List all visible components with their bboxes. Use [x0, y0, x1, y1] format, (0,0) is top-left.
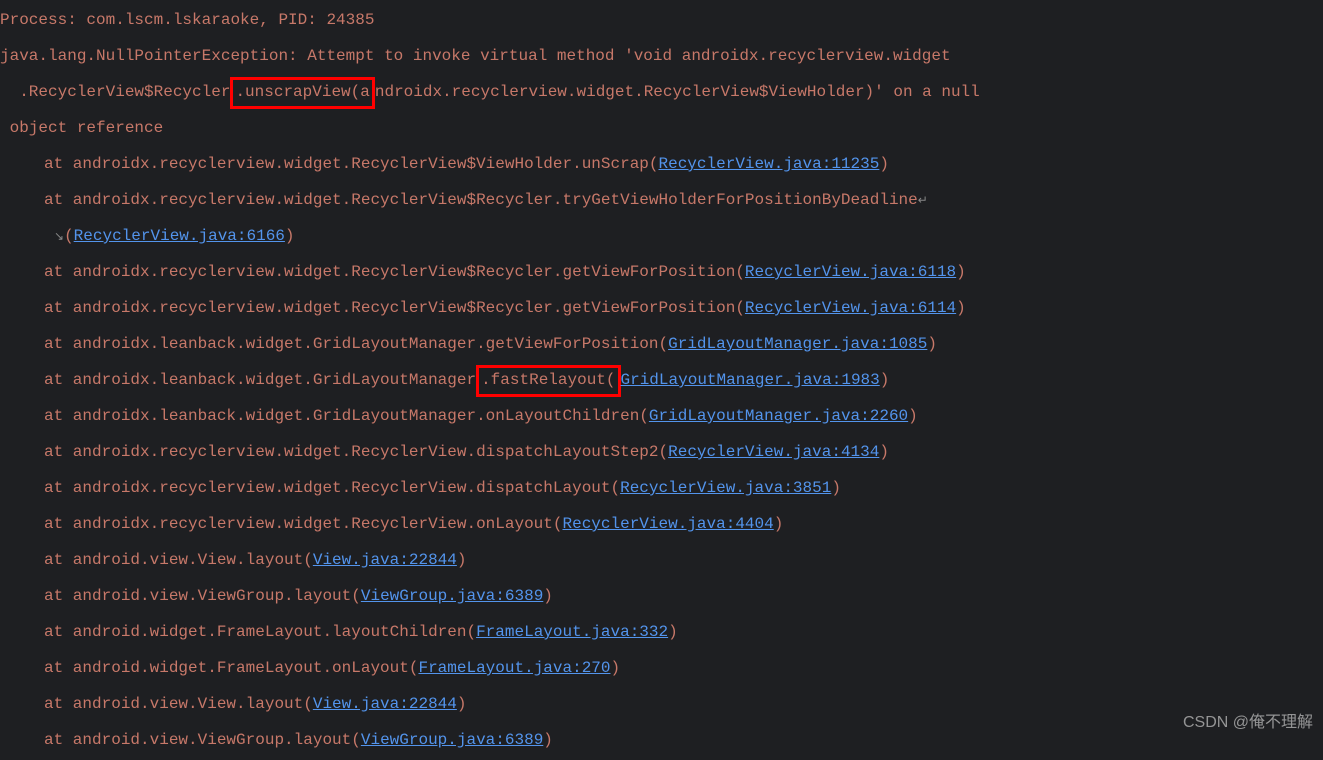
stack-line: at androidx.recyclerview.widget.Recycler…	[0, 470, 1323, 506]
source-link[interactable]: RecyclerView.java:4404	[562, 515, 773, 533]
stack-prefix: at androidx.recyclerview.widget.Recycler…	[44, 191, 918, 209]
stack-line: at android.widget.FrameLayout.layoutChil…	[0, 614, 1323, 650]
stack-line: at androidx.leanback.widget.GridLayoutMa…	[0, 326, 1323, 362]
exception-line-2: .RecyclerView$Recycler.unscrapView(andro…	[0, 74, 1323, 110]
exception-line-1: java.lang.NullPointerException: Attempt …	[0, 38, 1323, 74]
stack-prefix: at android.view.View.layout(	[44, 551, 313, 569]
stack-prefix: at androidx.recyclerview.widget.Recycler…	[44, 155, 659, 173]
stack-suffix: )	[879, 443, 889, 461]
stack-suffix: )	[956, 263, 966, 281]
stack-line: at androidx.recyclerview.widget.Recycler…	[0, 254, 1323, 290]
source-link[interactable]: FrameLayout.java:270	[418, 659, 610, 677]
stack-prefix: (	[64, 227, 74, 245]
stack-prefix: at androidx.recyclerview.widget.Recycler…	[44, 443, 668, 461]
exception-text-a: .RecyclerView$Recycler	[0, 83, 230, 101]
stack-line: at androidx.recyclerview.widget.Recycler…	[0, 506, 1323, 542]
source-link[interactable]: RecyclerView.java:6118	[745, 263, 956, 281]
source-link[interactable]: View.java:22844	[313, 551, 457, 569]
stack-prefix: at androidx.recyclerview.widget.Recycler…	[44, 479, 620, 497]
stack-prefix: at androidx.leanback.widget.GridLayoutMa…	[44, 371, 476, 389]
highlight-unscrapview: .unscrapView(a	[230, 77, 374, 109]
stack-suffix: )	[908, 407, 918, 425]
stack-prefix: at androidx.recyclerview.widget.Recycler…	[44, 299, 745, 317]
stack-suffix: )	[285, 227, 295, 245]
stack-line: at androidx.recyclerview.widget.Recycler…	[0, 434, 1323, 470]
stack-prefix: at androidx.leanback.widget.GridLayoutMa…	[44, 407, 649, 425]
source-link[interactable]: RecyclerView.java:3851	[620, 479, 831, 497]
stack-suffix: )	[668, 623, 678, 641]
stack-suffix: )	[927, 335, 937, 353]
highlight-fastrelayout: .fastRelayout(	[476, 365, 620, 397]
stack-suffix: )	[956, 299, 966, 317]
source-link[interactable]: GridLayoutManager.java:1085	[668, 335, 927, 353]
source-link[interactable]: RecyclerView.java:4134	[668, 443, 879, 461]
source-link[interactable]: RecyclerView.java:11235	[659, 155, 880, 173]
stack-prefix: at androidx.leanback.widget.GridLayoutMa…	[44, 335, 668, 353]
stack-suffix: )	[457, 695, 467, 713]
source-link[interactable]: RecyclerView.java:6114	[745, 299, 956, 317]
stack-suffix: )	[457, 551, 467, 569]
stack-line: ↘(RecyclerView.java:6166)	[0, 218, 1323, 254]
stack-line: at android.view.View.layout(View.java:22…	[0, 686, 1323, 722]
stack-line: at androidx.recyclerview.widget.Recycler…	[0, 146, 1323, 182]
stack-line: at android.view.View.layout(View.java:22…	[0, 542, 1323, 578]
stack-line: at android.widget.FrameLayout.onLayout(F…	[0, 650, 1323, 686]
watermark: CSDN @俺不理解	[1183, 705, 1313, 741]
exception-text-b: ndroidx.recyclerview.widget.RecyclerView…	[375, 83, 980, 101]
source-link[interactable]: ViewGroup.java:6389	[361, 587, 543, 605]
stack-trace: at androidx.recyclerview.widget.Recycler…	[0, 146, 1323, 758]
stack-line: at androidx.recyclerview.widget.Recycler…	[0, 290, 1323, 326]
stack-suffix: )	[611, 659, 621, 677]
stack-suffix: )	[880, 371, 890, 389]
stack-prefix: at android.view.ViewGroup.layout(	[44, 731, 361, 749]
source-link[interactable]: RecyclerView.java:6166	[74, 227, 285, 245]
source-link[interactable]: View.java:22844	[313, 695, 457, 713]
source-link[interactable]: GridLayoutManager.java:2260	[649, 407, 908, 425]
stack-suffix: )	[831, 479, 841, 497]
wrap-glyph-icon: ↘	[54, 230, 64, 244]
source-link[interactable]: ViewGroup.java:6389	[361, 731, 543, 749]
source-link[interactable]: GridLayoutManager.java:1983	[621, 371, 880, 389]
stack-prefix: at androidx.recyclerview.widget.Recycler…	[44, 515, 562, 533]
stack-line: at android.view.ViewGroup.layout(ViewGro…	[0, 578, 1323, 614]
stack-line: at androidx.recyclerview.widget.Recycler…	[0, 182, 1323, 218]
stack-prefix: at android.view.View.layout(	[44, 695, 313, 713]
stack-prefix: at androidx.recyclerview.widget.Recycler…	[44, 263, 745, 281]
stack-line: at androidx.leanback.widget.GridLayoutMa…	[0, 398, 1323, 434]
stack-suffix: )	[543, 731, 553, 749]
stack-prefix: at android.widget.FrameLayout.onLayout(	[44, 659, 418, 677]
stack-suffix: )	[543, 587, 553, 605]
stack-prefix: at android.view.ViewGroup.layout(	[44, 587, 361, 605]
source-link[interactable]: FrameLayout.java:332	[476, 623, 668, 641]
stack-line: at android.view.ViewGroup.layout(ViewGro…	[0, 722, 1323, 758]
process-line: Process: com.lscm.lskaraoke, PID: 24385	[0, 2, 1323, 38]
wrap-glyph-icon: ↵	[918, 194, 928, 208]
stack-prefix: at android.widget.FrameLayout.layoutChil…	[44, 623, 476, 641]
stack-line: at androidx.leanback.widget.GridLayoutMa…	[0, 362, 1323, 398]
stack-suffix: )	[774, 515, 784, 533]
stack-suffix: )	[879, 155, 889, 173]
exception-line-3: object reference	[0, 110, 1323, 146]
